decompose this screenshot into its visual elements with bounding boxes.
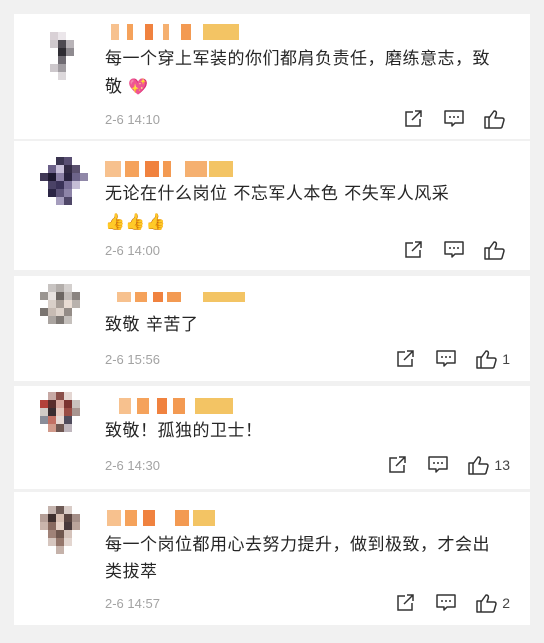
comment-text: 无论在什么岗位 不忘军人本色 不失军人风采 👍👍👍 (105, 181, 504, 236)
like-count: 2 (502, 595, 510, 611)
comment-time: 2-6 14:10 (105, 112, 160, 127)
comment-icon (436, 350, 456, 367)
share-button[interactable] (396, 350, 416, 368)
comment-button[interactable] (436, 594, 456, 612)
comment-card: 致敬 辛苦了 2-6 15:56 1 (14, 276, 530, 381)
comment-text: 致敬 辛苦了 (105, 315, 199, 335)
avatar[interactable] (40, 153, 88, 221)
comment-icon (428, 456, 449, 473)
avatar[interactable] (40, 284, 88, 338)
share-icon (389, 456, 407, 473)
like-icon (476, 350, 497, 369)
comment-actions (384, 239, 510, 261)
comment-icon (436, 594, 456, 611)
comment-card: 无论在什么岗位 不忘军人本色 不失军人风采 👍👍👍 2-6 14:00 (14, 141, 530, 270)
share-button[interactable] (404, 110, 424, 128)
share-icon (405, 241, 422, 258)
comment-icon (444, 241, 464, 258)
like-button[interactable]: 13 (468, 455, 510, 475)
share-button[interactable] (404, 241, 424, 259)
comment-button[interactable] (444, 241, 464, 259)
username-blurred[interactable] (105, 161, 245, 179)
comment-icon (444, 110, 464, 127)
username-blurred[interactable] (105, 510, 245, 528)
like-icon (476, 594, 497, 613)
share-icon (405, 110, 422, 127)
share-icon (397, 594, 414, 611)
comment-button[interactable] (444, 110, 464, 128)
comment-card: 每一个岗位都用心去努力提升，做到极致，才会出类拔萃 2-6 14:57 2 (14, 492, 530, 625)
like-count: 13 (494, 457, 510, 473)
thumbs-up-emoji: 👍👍👍 (105, 212, 167, 231)
comment-text: 每一个穿上军装的你们都肩负责任，磨练意志，致敬 💖 (105, 46, 504, 101)
like-button[interactable] (484, 240, 510, 260)
username-blurred[interactable] (105, 398, 245, 416)
comment-actions: 2 (376, 592, 510, 614)
username-blurred[interactable] (105, 24, 245, 42)
share-icon (397, 350, 414, 367)
comment-time: 2-6 14:00 (105, 243, 160, 258)
comment-text: 致敬！孤独的卫士！ (105, 421, 263, 441)
heart-emoji: 💖 (128, 77, 149, 96)
comment-time: 2-6 14:57 (105, 596, 160, 611)
comment-card: 致敬！孤独的卫士！ 2-6 14:30 13 (14, 386, 530, 489)
like-button[interactable]: 2 (476, 593, 510, 613)
like-count: 1 (502, 351, 510, 367)
like-icon (468, 456, 490, 475)
like-icon (484, 110, 505, 129)
share-button[interactable] (388, 456, 408, 474)
comment-button[interactable] (428, 456, 449, 474)
comment-card: 每一个穿上军装的你们都肩负责任，磨练意志，致敬 💖 2-6 14:10 (14, 14, 530, 139)
comment-actions: 13 (368, 454, 510, 476)
comment-time: 2-6 14:30 (105, 458, 160, 473)
comment-button[interactable] (436, 350, 456, 368)
comment-time: 2-6 15:56 (105, 352, 160, 367)
like-button[interactable]: 1 (476, 349, 510, 369)
like-button[interactable] (484, 109, 510, 129)
comment-actions: 1 (376, 348, 510, 370)
like-icon (484, 241, 505, 260)
comment-text: 每一个岗位都用心去努力提升，做到极致，才会出类拔萃 (105, 535, 490, 582)
share-button[interactable] (396, 594, 416, 612)
avatar[interactable] (40, 24, 88, 92)
comment-actions (384, 108, 510, 130)
username-blurred[interactable] (105, 292, 245, 310)
avatar[interactable] (40, 392, 88, 448)
avatar[interactable] (40, 506, 88, 566)
